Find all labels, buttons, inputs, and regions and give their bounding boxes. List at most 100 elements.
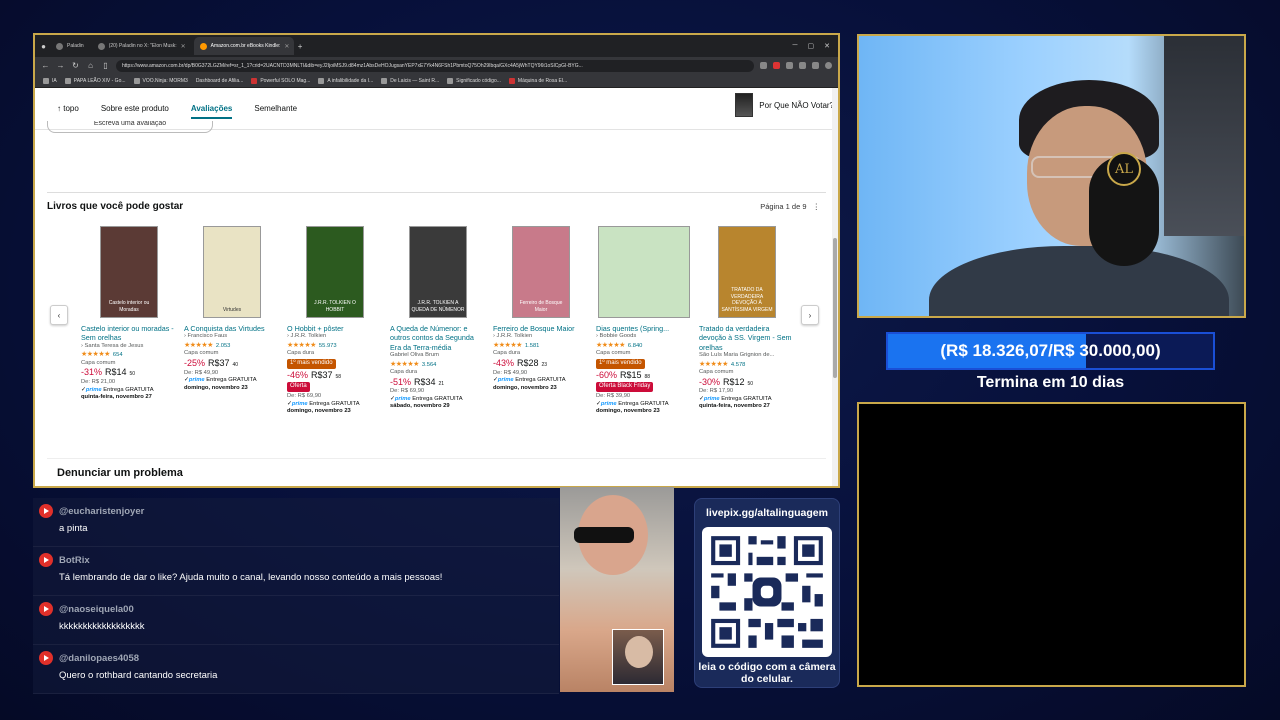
- sticky-product[interactable]: Por Que NÃO Votar?: [735, 93, 834, 117]
- list-price: De: R$ 49,90: [184, 369, 219, 376]
- close-window-icon[interactable]: ✕: [824, 42, 830, 50]
- streamer-body: [929, 246, 1229, 316]
- extension-icon[interactable]: [786, 62, 793, 69]
- star-rating[interactable]: ★★★★★ 654: [81, 350, 177, 360]
- bookmark-item[interactable]: VOO.Ninja: MORM3: [133, 77, 188, 84]
- bookmark-item[interactable]: IA: [43, 77, 57, 84]
- tab-about[interactable]: Sobre este produto: [101, 104, 169, 113]
- reload-icon[interactable]: ↻: [71, 61, 80, 70]
- star-rating[interactable]: ★★★★★ 1.581: [493, 341, 589, 351]
- book-card[interactable]: TRATADO DA VERDADEIRA DEVOÇÃO À SANTÍSSI…: [699, 226, 795, 411]
- book-cover[interactable]: Castelo interior ou Moradas: [81, 226, 177, 318]
- minimize-icon[interactable]: ─: [793, 42, 798, 50]
- chat-message: BotRix Tá lembrando de dar o like? Ajuda…: [33, 547, 559, 596]
- book-cover-image: Ferreiro de Bosque Maior: [512, 226, 570, 318]
- price-cents: 88: [644, 373, 651, 380]
- book-cover[interactable]: TRATADO DA VERDADEIRA DEVOÇÃO À SANTÍSSI…: [699, 226, 795, 318]
- delivery-date: sábado, novembro 29: [390, 403, 450, 410]
- book-title-link[interactable]: A Conquista das Virtudes: [184, 324, 280, 333]
- url-input[interactable]: https://www.amazon.com.br/dp/B0G372LGZM/…: [116, 59, 754, 72]
- price: R$15: [620, 369, 642, 380]
- book-author[interactable]: › Francisco Faus: [184, 333, 280, 341]
- bookmark-icon[interactable]: ▯: [101, 61, 110, 70]
- book-format: Capa comum: [699, 369, 734, 376]
- qr-code[interactable]: [702, 527, 832, 657]
- star-rating[interactable]: ★★★★★ 3.564: [390, 360, 486, 370]
- bookmark-item[interactable]: A infalibilidade da I...: [318, 77, 373, 84]
- list-price: De: R$ 49,90: [493, 369, 528, 376]
- close-icon[interactable]: ✕: [284, 43, 289, 50]
- book-author[interactable]: Gabriel Oliva Brum: [390, 352, 486, 360]
- back-icon[interactable]: ←: [41, 61, 50, 70]
- book-cover[interactable]: Ferreiro de Bosque Maior: [493, 226, 589, 318]
- extension-icon[interactable]: [799, 62, 806, 69]
- book-cover[interactable]: [596, 226, 692, 318]
- extension-icon[interactable]: [760, 62, 767, 69]
- book-card[interactable]: Virtudes A Conquista das Virtudes › Franci…: [184, 226, 280, 392]
- youtube-icon: [39, 553, 53, 567]
- bookmark-item[interactable]: De Laicis — Saint R...: [381, 77, 439, 84]
- book-title-link[interactable]: Tratado da verdadeira devoção à SS. Virg…: [699, 324, 795, 352]
- book-card[interactable]: J.R.R. TOLKIEN A QUEDA DE NÚMENOR A Queda…: [390, 226, 486, 411]
- tab-reviews[interactable]: Avaliações: [190, 104, 233, 119]
- forward-icon[interactable]: →: [56, 61, 65, 70]
- extension-icon[interactable]: [812, 62, 819, 69]
- book-author[interactable]: › J.R.R. Tolkien: [287, 333, 383, 341]
- book-card[interactable]: Dias quentes (Spring... › Bobbie Goods ★★★…: [596, 226, 692, 416]
- scrollbar[interactable]: [832, 88, 838, 486]
- bookmark-item[interactable]: Dashboard de Afilia...: [196, 78, 244, 84]
- book-title-link[interactable]: Castelo interior ou moradas - Sem orelha…: [81, 324, 177, 343]
- profile-icon[interactable]: [825, 62, 832, 69]
- star-rating[interactable]: ★★★★★ 55.973: [287, 341, 383, 351]
- book-title-link[interactable]: O Hobbit + pôster: [287, 324, 383, 333]
- live-chat: @eucharistenjoyer a pinta BotRix Tá lemb…: [33, 498, 559, 694]
- star-rating[interactable]: ★★★★★ 6.840: [596, 341, 692, 351]
- book-cover[interactable]: J.R.R. TOLKIEN A QUEDA DE NÚMENOR: [390, 226, 486, 318]
- book-card[interactable]: Castelo interior ou Moradas Castelo inter…: [81, 226, 177, 402]
- carousel-prev-button[interactable]: ‹: [50, 305, 68, 325]
- book-title-link[interactable]: A Queda de Númenor: e outros contos da S…: [390, 324, 486, 352]
- empty-overlay-panel: [857, 402, 1246, 687]
- tab-1[interactable]: Paladin: [50, 37, 90, 55]
- carousel-next-button[interactable]: ›: [801, 305, 819, 325]
- write-review-button[interactable]: Escreva uma avaliação: [47, 121, 213, 133]
- discount-percent: -46%: [287, 369, 309, 380]
- book-author[interactable]: › Santa Teresa de Jesus: [81, 343, 177, 351]
- bookmark-item[interactable]: Significado código...: [447, 77, 501, 84]
- tab-2[interactable]: (20) Paladin no X: "Elon Musk: ✕: [92, 37, 192, 55]
- bookmark-item[interactable]: Máquina de Rosa El...: [508, 77, 567, 84]
- bestseller-badge: 1º mais vendido: [596, 358, 645, 369]
- back-to-top-link[interactable]: ↑ topo: [57, 104, 79, 113]
- prime-logo: prime: [291, 400, 308, 407]
- extension-icon[interactable]: [773, 62, 780, 69]
- maximize-icon[interactable]: ▢: [808, 42, 815, 50]
- book-title-link[interactable]: Dias quentes (Spring...: [596, 324, 692, 333]
- more-options-icon[interactable]: ⋮: [813, 202, 821, 211]
- book-author[interactable]: › J.R.R. Tolkien: [493, 333, 589, 341]
- discount-percent: -25%: [184, 357, 206, 368]
- book-cover[interactable]: Virtudes: [184, 226, 280, 318]
- scroll-thumb[interactable]: [833, 238, 837, 378]
- background-shelf: [1164, 36, 1244, 236]
- bookmark-item[interactable]: PAPA LEÃO XIV - Go...: [64, 77, 126, 84]
- browser-menu-icon[interactable]: ●: [39, 42, 48, 51]
- star-rating[interactable]: ★★★★★ 4.578: [699, 360, 795, 370]
- book-card[interactable]: Ferreiro de Bosque Maior Ferreiro de Bosq…: [493, 226, 589, 392]
- book-title-link[interactable]: Ferreiro de Bosque Maior: [493, 324, 589, 333]
- tab-3[interactable]: Amazon.com.br eBooks Kindle: ✕: [193, 37, 294, 55]
- book-card[interactable]: J.R.R. TOLKIEN O HOBBIT O Hobbit + pôster…: [287, 226, 383, 416]
- report-problem-heading[interactable]: Denunciar um problema: [57, 467, 183, 479]
- new-tab-icon[interactable]: +: [296, 42, 305, 51]
- close-icon[interactable]: ✕: [181, 43, 186, 50]
- book-cover[interactable]: J.R.R. TOLKIEN O HOBBIT: [287, 226, 383, 318]
- address-bar-row: ← → ↻ ⌂ ▯ https://www.amazon.com.br/dp/B…: [35, 57, 838, 74]
- bookmark-item[interactable]: Powerful SOLO Mag...: [251, 77, 310, 84]
- price-line: -46% R$37 58: [287, 370, 383, 382]
- home-icon[interactable]: ⌂: [86, 61, 95, 70]
- site-icon: [508, 77, 515, 84]
- star-rating[interactable]: ★★★★★ 2.053: [184, 341, 280, 351]
- x-icon: [56, 42, 63, 50]
- book-author[interactable]: › Bobbie Goods: [596, 333, 692, 341]
- book-author[interactable]: São Luís Maria Grignion de...: [699, 352, 795, 360]
- tab-similar[interactable]: Semelhante: [254, 104, 297, 113]
